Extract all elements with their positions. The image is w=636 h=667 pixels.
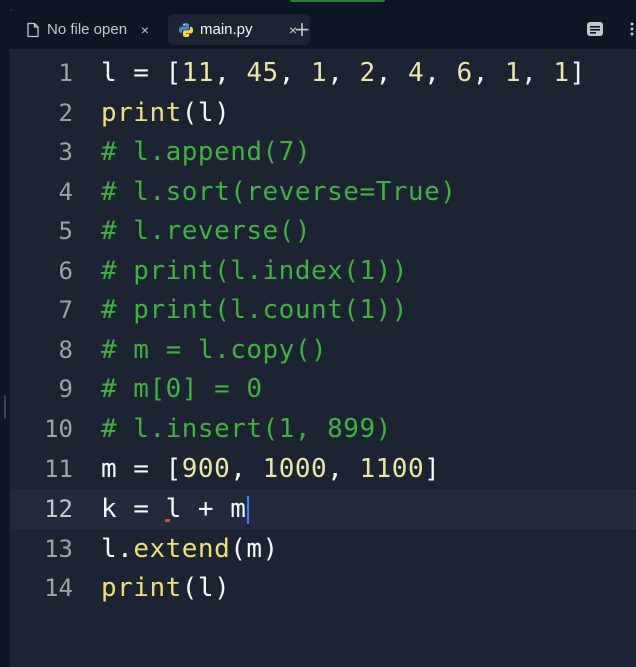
line-number: 7 [58, 296, 73, 324]
ide-window: No file open × main.py × + 1 l = [11, 45… [0, 0, 636, 667]
code-text: print(l) [101, 98, 231, 128]
code-text: # l.insert(1, 899) [101, 414, 392, 444]
code-text: k = l + m [101, 494, 250, 524]
code-line[interactable]: 9 # m[0] = 0 [10, 369, 636, 409]
code-line[interactable]: 4 # l.sort(reverse=True) [10, 172, 636, 212]
line-number: 1 [58, 59, 73, 87]
top-strip [0, 0, 636, 9]
code-line[interactable]: 10 # l.insert(1, 899) [10, 409, 636, 449]
code-line[interactable]: 2 print(l) [10, 93, 636, 133]
line-number: 12 [44, 495, 73, 523]
code-text: # l.reverse() [101, 216, 311, 246]
code-text: # m = l.copy() [101, 335, 328, 365]
code-line[interactable]: 6 # print(l.index(1)) [10, 251, 636, 291]
python-icon [179, 22, 193, 37]
tab-bar: No file open × main.py × + [10, 9, 636, 49]
code-text: # print(l.index(1)) [101, 256, 408, 286]
add-tab-button[interactable]: + [290, 17, 314, 41]
code-line[interactable]: 11 m = [900, 1000, 1100] [10, 449, 636, 489]
line-number: 3 [58, 138, 73, 166]
file-icon [27, 22, 39, 37]
resize-handle[interactable] [4, 395, 6, 419]
code-text: print(l) [101, 573, 231, 603]
line-number: 10 [44, 415, 73, 443]
code-editor[interactable]: 1 l = [11, 45, 1, 2, 4, 6, 1, 1] 2 print… [10, 53, 636, 667]
text-caret [247, 495, 250, 524]
line-number: 11 [44, 455, 73, 483]
code-text: m = [900, 1000, 1100] [101, 454, 441, 484]
code-line[interactable]: 14 print(l) [10, 568, 636, 608]
code-line[interactable]: 3 # l.append(7) [10, 132, 636, 172]
line-number: 8 [58, 336, 73, 364]
panel-tools-icon[interactable] [586, 21, 604, 37]
code-line[interactable]: 1 l = [11, 45, 1, 2, 4, 6, 1, 1] [10, 53, 636, 93]
code-line[interactable]: 7 # print(l.count(1)) [10, 290, 636, 330]
code-text: # m[0] = 0 [101, 374, 263, 404]
close-icon[interactable]: × [138, 23, 152, 37]
code-line[interactable]: 13 l.extend(m) [10, 529, 636, 569]
line-number: 4 [58, 178, 73, 206]
code-text: l = [11, 45, 1, 2, 4, 6, 1, 1] [101, 58, 586, 88]
line-number: 6 [58, 257, 73, 285]
code-line[interactable]: 8 # m = l.copy() [10, 330, 636, 370]
tab-label: main.py [200, 21, 253, 38]
line-number: 9 [58, 375, 73, 403]
tab-main-py[interactable]: main.py × [168, 14, 310, 45]
code-text: l.extend(m) [101, 534, 279, 564]
line-number: 13 [44, 535, 73, 563]
tab-label: No file open [47, 21, 128, 38]
code-text: # l.sort(reverse=True) [101, 177, 457, 207]
editor-panel: No file open × main.py × + 1 l = [11, 45… [10, 9, 636, 667]
sidebar-edge [0, 0, 10, 667]
code-line[interactable]: 5 # l.reverse() [10, 211, 636, 251]
line-number: 5 [58, 217, 73, 245]
more-options-icon[interactable] [626, 21, 636, 37]
tab-no-file-open[interactable]: No file open × [16, 14, 162, 45]
error-squiggle [165, 519, 170, 522]
code-text: # print(l.count(1)) [101, 295, 408, 325]
line-number: 14 [44, 574, 73, 602]
run-indicator [290, 0, 385, 2]
line-number: 2 [58, 99, 73, 127]
code-line-active[interactable]: 12 k = l + m [10, 489, 636, 529]
code-text: # l.append(7) [101, 137, 311, 167]
